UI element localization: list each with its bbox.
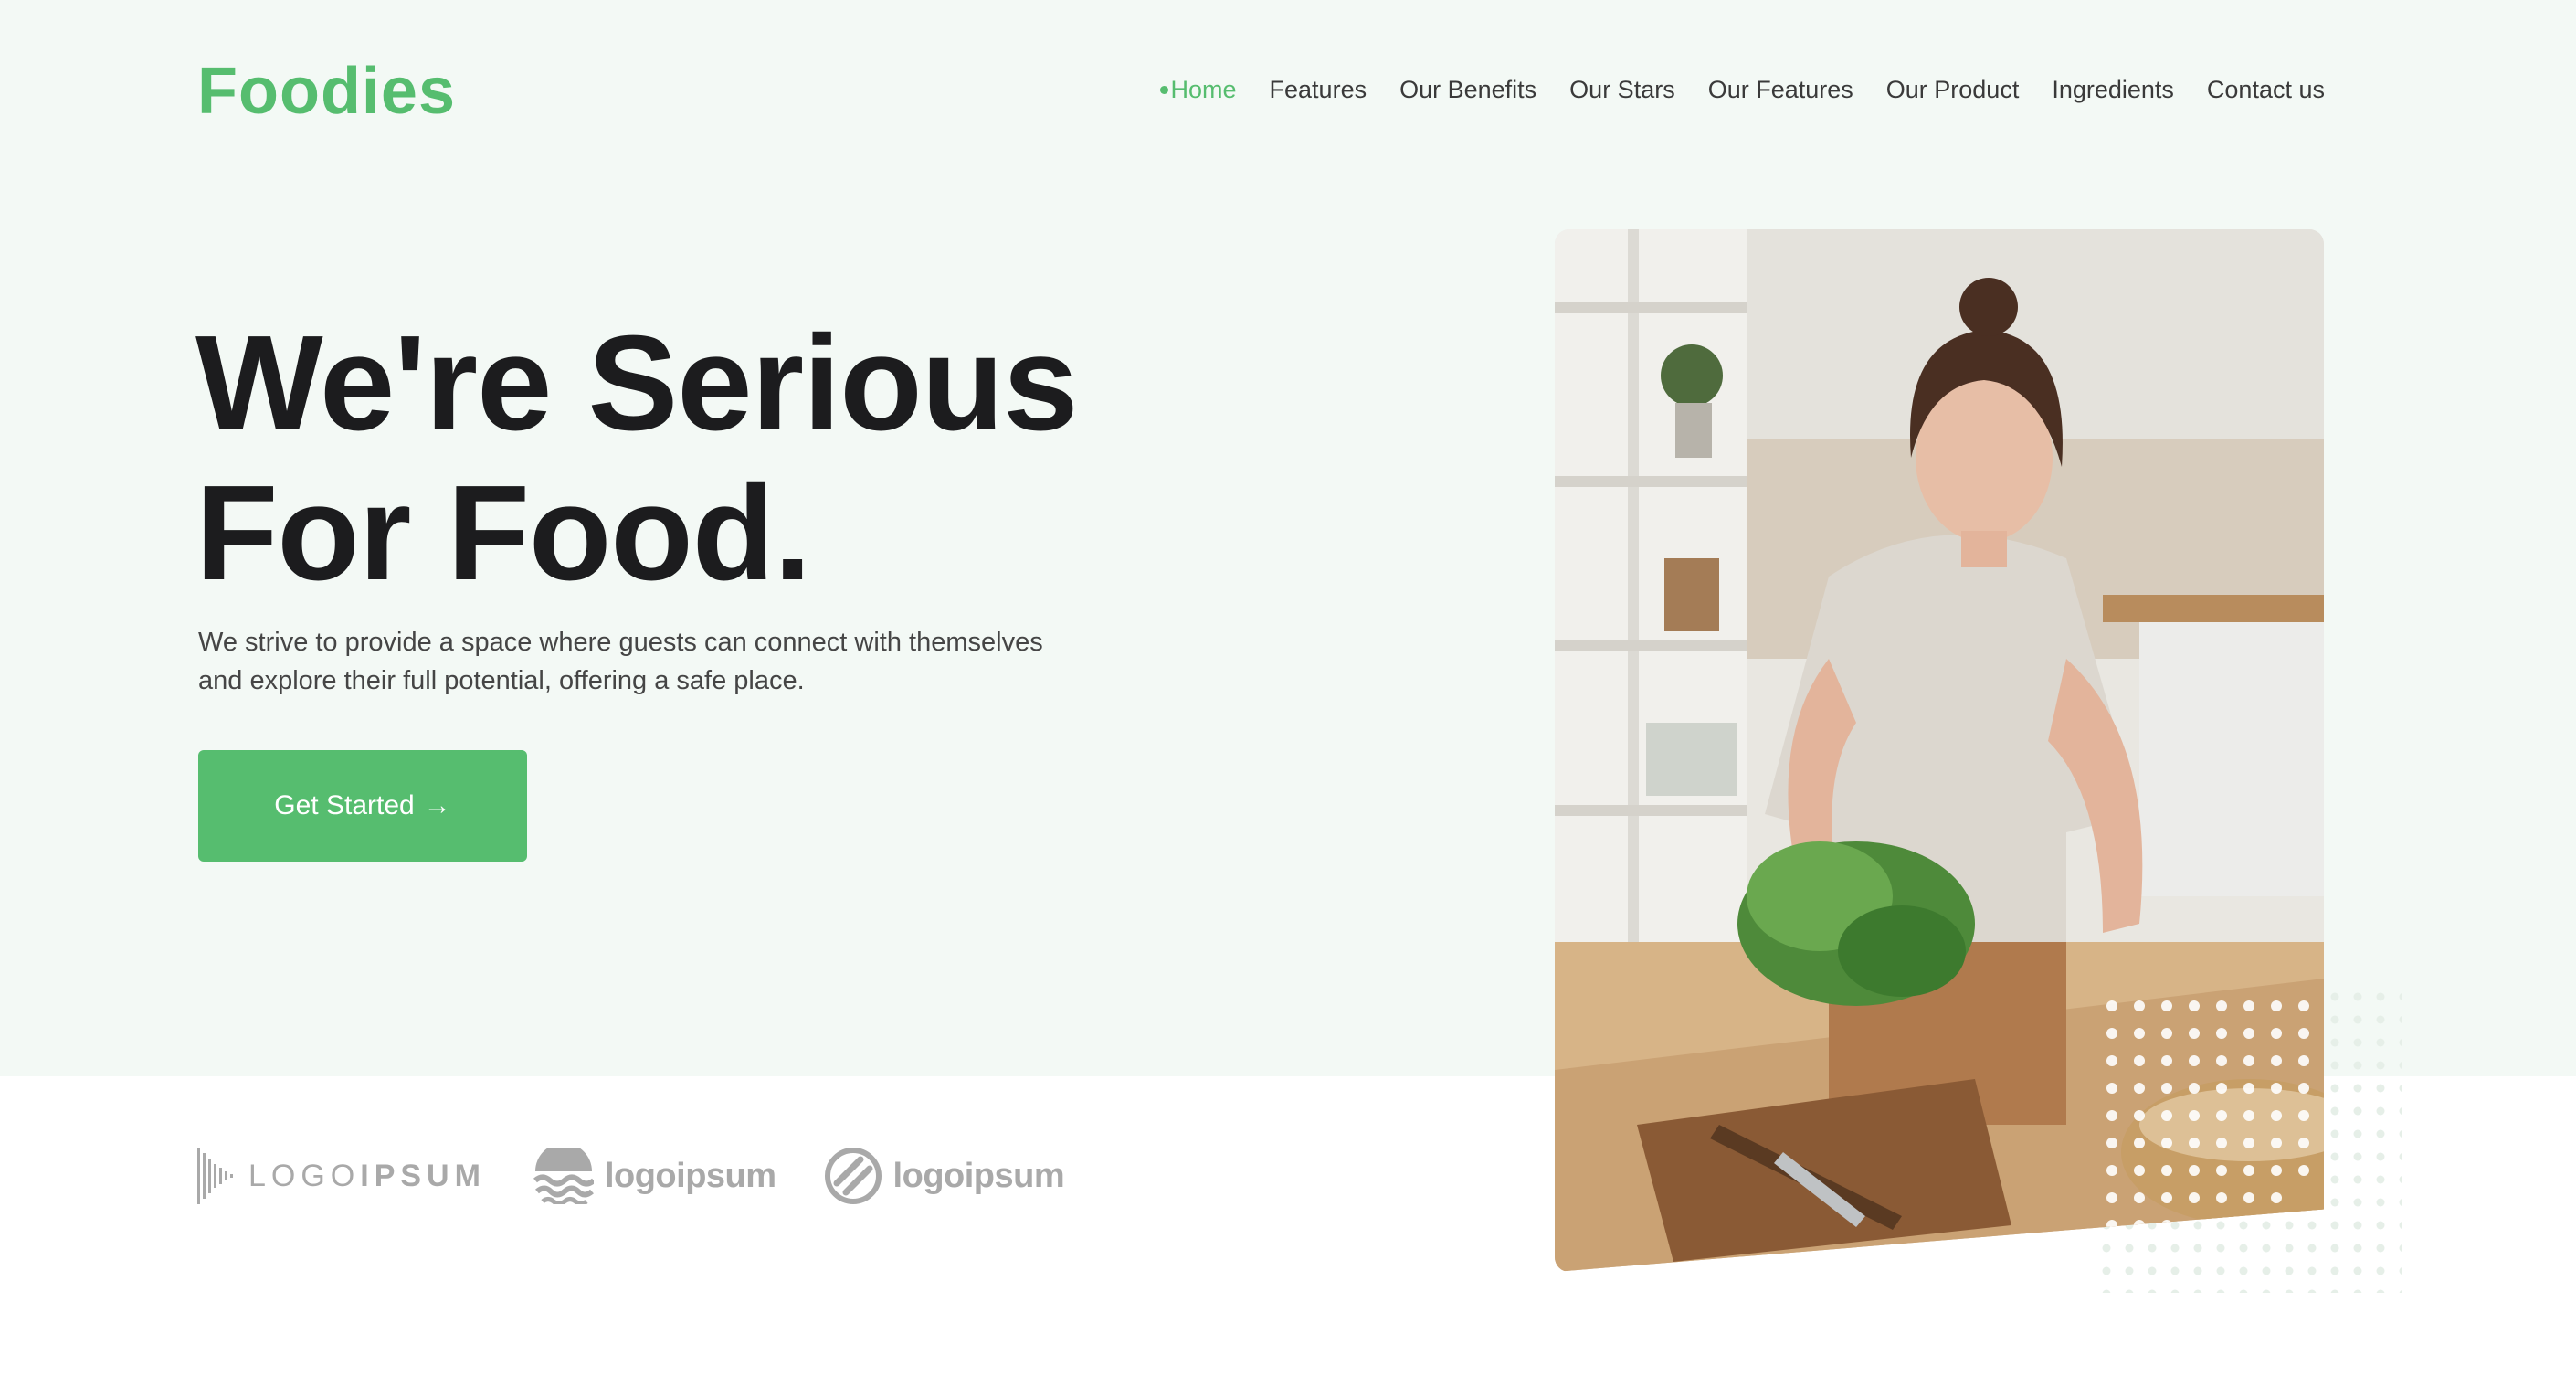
soundwave-icon <box>197 1148 233 1204</box>
hero-subtitle: We strive to provide a space where guest… <box>198 628 1043 695</box>
hero-photo <box>1555 229 2324 1272</box>
partner-logo-1: LOGOIPSUM <box>197 1148 486 1204</box>
nav-item-label: Home <box>1170 76 1237 103</box>
hero-headline: We're Serious For Food. <box>195 309 1200 609</box>
headline-line-2: For Food. <box>195 458 811 609</box>
nav-item-our-features[interactable]: Our Features <box>1708 71 1853 108</box>
circle-stripes-icon <box>824 1148 882 1204</box>
landing-page: Foodies Home Features Our Benefits Our S… <box>0 0 2576 1376</box>
partner-logo-3-text: logoipsum <box>892 1156 1065 1195</box>
nav-item-contact-us[interactable]: Contact us <box>2207 71 2325 108</box>
partner-logo-2: logoipsum <box>533 1148 776 1204</box>
nav-item-our-benefits[interactable]: Our Benefits <box>1399 71 1536 108</box>
get-started-label: Get Started <box>274 790 415 820</box>
partner-logo-2-text: logoipsum <box>604 1156 776 1195</box>
nav-item-features[interactable]: Features <box>1270 71 1367 108</box>
get-started-button[interactable]: Get Started → <box>198 750 527 862</box>
waves-icon <box>533 1148 594 1204</box>
main-nav: Home Features Our Benefits Our Stars Our… <box>1159 71 2325 108</box>
nav-item-home[interactable]: Home <box>1159 71 1237 108</box>
headline-line-1: We're Serious <box>195 308 1078 459</box>
nav-item-our-product[interactable]: Our Product <box>1886 71 2020 108</box>
partner-logo-1-light: LOGO <box>248 1158 361 1193</box>
partner-logo-1-text: LOGOIPSUM <box>248 1159 486 1194</box>
nav-item-our-stars[interactable]: Our Stars <box>1569 71 1675 108</box>
nav-item-ingredients[interactable]: Ingredients <box>2052 71 2174 108</box>
brand-logo[interactable]: Foodies <box>197 51 456 132</box>
active-dot-icon <box>1159 85 1168 94</box>
partner-logos: LOGOIPSUM logoipsum logoipsum <box>197 1147 1065 1205</box>
kitchen-photo-image <box>1555 229 2324 1272</box>
partner-logo-3: logoipsum <box>824 1147 1065 1205</box>
arrow-right-icon: → <box>423 790 451 820</box>
partner-logo-1-bold: IPSUM <box>360 1158 486 1193</box>
